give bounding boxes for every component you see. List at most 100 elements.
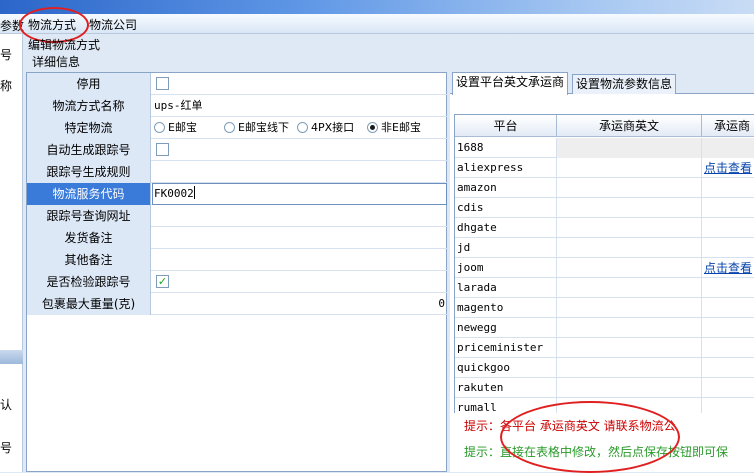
cell-carrier-en[interactable] (557, 338, 702, 358)
cell-carrier-en[interactable] (557, 198, 702, 218)
cell-carrier[interactable] (702, 378, 754, 398)
cell-carrier[interactable] (702, 138, 754, 158)
radio-selected-icon (367, 122, 378, 133)
cell-carrier-en[interactable] (557, 358, 702, 378)
menu-bar: 参数 物流方式 物流公司 (0, 14, 754, 34)
table-row[interactable]: dhgate (455, 218, 754, 238)
form-row-disabled: 停用 (27, 73, 448, 95)
form-row-tracking-url: 跟踪号查询网址 (27, 205, 448, 227)
form-row-shipping-note: 发货备注 (27, 227, 448, 249)
table-row[interactable]: larada (455, 278, 754, 298)
table-row[interactable]: magento (455, 298, 754, 318)
cell-carrier-en[interactable] (557, 258, 702, 278)
cell-carrier-en[interactable] (557, 178, 702, 198)
cell-carrier[interactable] (702, 238, 754, 258)
column-header-carrier-en[interactable]: 承运商英文 (557, 115, 702, 137)
verify-tracking-checkbox[interactable]: ✓ (156, 275, 169, 288)
radio-4px[interactable]: 4PX接口 (297, 121, 354, 135)
cell-carrier-en[interactable] (557, 318, 702, 338)
cell-carrier-en[interactable] (557, 238, 702, 258)
sidebar-fragment: 连号 (0, 48, 13, 62)
table-row[interactable]: cdis (455, 198, 754, 218)
form-label: 其他备注 (27, 249, 151, 271)
cell-carrier-en[interactable] (557, 158, 702, 178)
radio-eub[interactable]: E邮宝 (154, 121, 197, 135)
cell-carrier-en[interactable] (557, 278, 702, 298)
table-row[interactable]: priceminister (455, 338, 754, 358)
form-row-verify-tracking: 是否检验跟踪号 ✓ (27, 271, 448, 293)
form-label: 包裹最大重量(克) (27, 293, 151, 315)
table-row[interactable]: amazon (455, 178, 754, 198)
cell-platform: rakuten (455, 378, 557, 398)
cell-platform: quickgoo (455, 358, 557, 378)
radio-eub-offline[interactable]: E邮宝线下 (224, 121, 289, 135)
cell-carrier-en[interactable] (557, 378, 702, 398)
form-row-tracking-rule: 跟踪号生成规则 (27, 161, 448, 183)
cell-carrier[interactable] (702, 178, 754, 198)
cell-platform: amazon (455, 178, 557, 198)
form-label: 物流方式名称 (27, 95, 151, 117)
form-label: 跟踪号生成规则 (27, 161, 151, 183)
tab-logistics-params[interactable]: 设置物流参数信息 (572, 74, 677, 94)
sidebar-fragment: 连号 (0, 441, 13, 455)
sidebar-header-bar (0, 350, 23, 364)
form-label: 自动生成跟踪号 (27, 139, 151, 161)
form-row-service-code: 物流服务代码 FK0002 (27, 183, 448, 205)
cell-platform: jd (455, 238, 557, 258)
cell-platform: newegg (455, 318, 557, 338)
table-header: 平台 承运商英文 承运商 (455, 115, 754, 137)
cell-view-link[interactable]: 点击查看 (702, 158, 754, 178)
shipping-note-field[interactable] (152, 227, 448, 249)
cell-carrier[interactable] (702, 278, 754, 298)
column-header-platform[interactable]: 平台 (455, 115, 557, 137)
cell-view-link[interactable]: 点击查看 (702, 258, 754, 278)
table-row[interactable]: quickgoo (455, 358, 754, 378)
disabled-checkbox[interactable] (156, 77, 169, 90)
cell-carrier[interactable] (702, 398, 754, 414)
max-weight-field[interactable]: 0 (152, 293, 448, 315)
tab-platform-carrier[interactable]: 设置平台英文承运商 (452, 72, 569, 95)
table-row[interactable]: newegg (455, 318, 754, 338)
cell-platform: dhgate (455, 218, 557, 238)
cell-platform: priceminister (455, 338, 557, 358)
table-row[interactable]: 1688 (455, 138, 754, 158)
cell-carrier-en[interactable] (557, 138, 702, 158)
form-row-method-name: 物流方式名称 ups-红单 (27, 95, 448, 117)
method-name-field[interactable]: ups-红单 (152, 95, 448, 117)
table-row[interactable]: joom 点击查看 (455, 258, 754, 278)
text-caret (193, 186, 195, 199)
detail-form: 停用 物流方式名称 ups-红单 特定物流 E邮宝 E邮宝线下 4PX接口 非E… (26, 72, 448, 472)
menu-item-logistics-company[interactable]: 物流公司 (87, 16, 139, 33)
service-code-input[interactable]: FK0002 (152, 183, 447, 205)
form-label: 跟踪号查询网址 (27, 205, 151, 227)
column-header-carrier[interactable]: 承运商 (702, 115, 754, 137)
tracking-url-field[interactable] (152, 205, 448, 227)
cell-carrier[interactable] (702, 298, 754, 318)
title-bar (0, 0, 754, 14)
form-label: 特定物流 (27, 117, 151, 139)
cell-platform: 1688 (455, 138, 557, 158)
radio-non-eub[interactable]: 非E邮宝 (367, 121, 421, 135)
radio-icon (297, 122, 308, 133)
form-label: 停用 (27, 73, 151, 95)
tab-strip: 设置平台英文承运商 设置物流参数信息 (450, 72, 754, 95)
other-note-field[interactable] (152, 249, 448, 271)
cell-carrier[interactable] (702, 358, 754, 378)
table-row[interactable]: jd (455, 238, 754, 258)
dialog-title: 编辑物流方式 (28, 38, 101, 52)
cell-carrier[interactable] (702, 218, 754, 238)
cell-carrier[interactable] (702, 318, 754, 338)
cell-carrier-en[interactable] (557, 218, 702, 238)
form-label-selected: 物流服务代码 (27, 183, 151, 205)
auto-tracking-checkbox[interactable] (156, 143, 169, 156)
tracking-rule-field[interactable] (152, 161, 448, 183)
cell-carrier-en[interactable] (557, 298, 702, 318)
cell-carrier[interactable] (702, 338, 754, 358)
cell-carrier[interactable] (702, 198, 754, 218)
cell-platform: larada (455, 278, 557, 298)
table-row[interactable]: rakuten (455, 378, 754, 398)
form-row-auto-tracking: 自动生成跟踪号 (27, 139, 448, 161)
table-row[interactable]: aliexpress 点击查看 (455, 158, 754, 178)
radio-icon (224, 122, 235, 133)
carrier-table: 平台 承运商英文 承运商 1688 aliexpress 点击查看 amazon cdi… (454, 114, 754, 414)
